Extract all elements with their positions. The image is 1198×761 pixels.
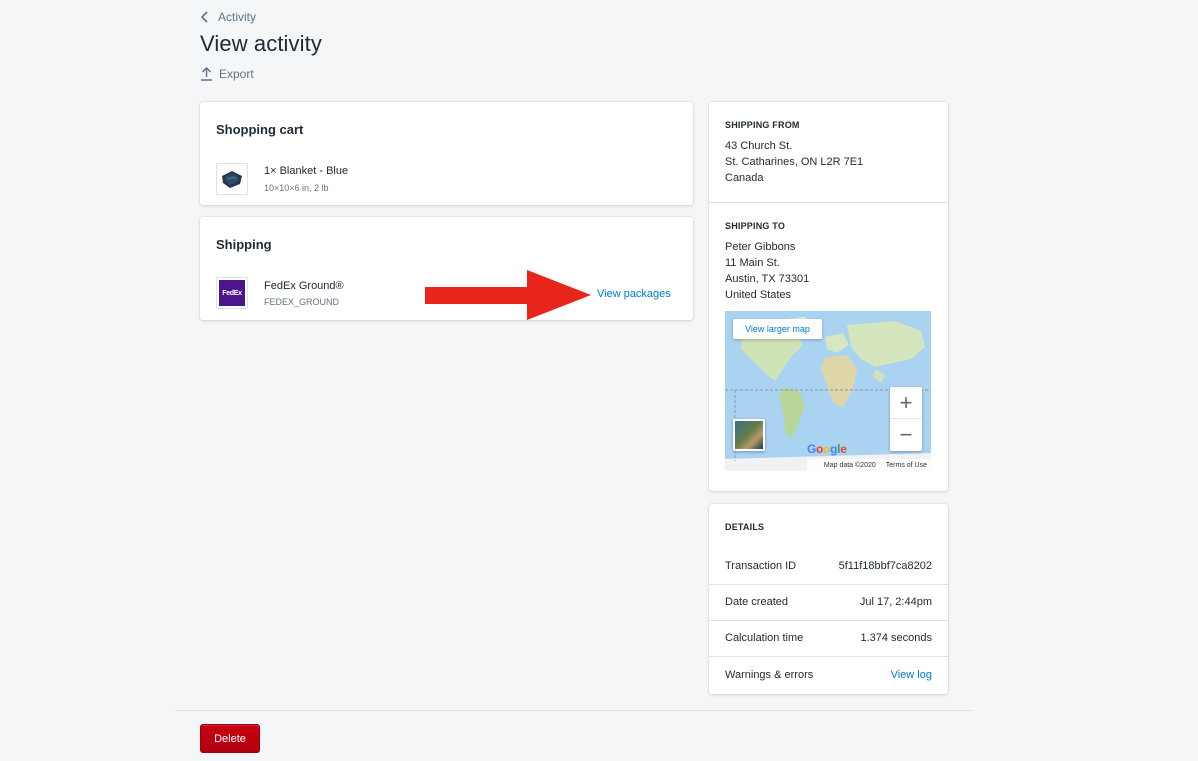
address-line: 11 Main St.: [725, 257, 780, 269]
google-logo: Google: [807, 442, 847, 456]
red-arrow-annotation: [425, 270, 591, 320]
detail-key: Date created: [725, 596, 788, 608]
shipping-from-address: 43 Church St. St. Catharines, ON L2R 7E1…: [725, 138, 863, 186]
detail-row-warnings: Warnings & errors View log: [709, 657, 948, 693]
shipping-to-label: SHIPPING TO: [725, 221, 786, 231]
product-thumbnail: [216, 163, 248, 195]
satellite-toggle-button[interactable]: [733, 419, 765, 451]
export-button[interactable]: Export: [200, 67, 254, 81]
carrier-name: FedEx Ground®: [264, 280, 344, 292]
view-log-link[interactable]: View log: [891, 669, 932, 681]
breadcrumb-label: Activity: [218, 10, 257, 24]
cart-item-meta: 10×10×6 in, 2 lb: [264, 183, 329, 193]
page-title: View activity: [200, 31, 322, 56]
divider: [709, 202, 948, 203]
delete-button[interactable]: Delete: [200, 724, 260, 753]
detail-row-calculation-time: Calculation time 1.374 seconds: [709, 620, 948, 656]
footer-divider: [175, 710, 973, 711]
shopping-cart-title: Shopping cart: [216, 122, 304, 137]
shipping-to-address: Peter Gibbons 11 Main St. Austin, TX 733…: [725, 239, 809, 303]
detail-value: 1.374 seconds: [860, 632, 932, 644]
zoom-in-button[interactable]: +: [890, 387, 922, 419]
address-line: 43 Church St.: [725, 140, 793, 152]
google-logo-letter: e: [840, 442, 847, 456]
shopping-cart-card: Shopping cart 1× Blanket - Blue 10×10×6 …: [200, 102, 693, 205]
detail-key: Transaction ID: [725, 560, 797, 572]
view-larger-map-button[interactable]: View larger map: [733, 319, 822, 339]
cart-item-name: 1× Blanket - Blue: [264, 165, 349, 177]
address-line: St. Catharines, ON L2R 7E1: [725, 156, 864, 168]
detail-key: Warnings & errors: [725, 669, 814, 681]
zoom-out-button[interactable]: −: [890, 419, 922, 451]
detail-key: Calculation time: [725, 632, 804, 644]
address-card: SHIPPING FROM 43 Church St. St. Catharin…: [709, 102, 948, 491]
view-packages-link[interactable]: View packages: [597, 288, 671, 300]
google-logo-letter: G: [807, 442, 817, 456]
shipping-from-label: SHIPPING FROM: [725, 120, 800, 130]
breadcrumb[interactable]: Activity: [200, 10, 256, 24]
address-line: United States: [725, 289, 792, 301]
export-label: Export: [219, 67, 254, 81]
detail-value: Jul 17, 2:44pm: [859, 596, 932, 608]
map-terms-link[interactable]: Terms of Use: [886, 462, 927, 469]
export-icon: [201, 67, 212, 81]
blanket-image: [222, 171, 242, 188]
details-card: DETAILS Transaction ID 5f11f18bbf7ca8202…: [709, 504, 948, 694]
detail-value: 5f11f18bbf7ca8202: [838, 560, 932, 572]
carrier-logo-frame: FedEx: [216, 277, 248, 309]
detail-row-transaction-id: Transaction ID 5f11f18bbf7ca8202: [709, 548, 948, 584]
carrier-code: FEDEX_GROUND: [264, 297, 340, 307]
map-footer: Map data ©2020 Terms of Use: [807, 459, 931, 471]
map[interactable]: View larger map + − Google Map data ©202…: [725, 311, 931, 471]
detail-row-date-created: Date created Jul 17, 2:44pm: [709, 584, 948, 620]
zoom-controls: + −: [890, 387, 922, 451]
details-label: DETAILS: [725, 522, 765, 532]
address-line: Austin, TX 73301: [725, 273, 810, 285]
chevron-left-icon: [200, 11, 208, 23]
address-line: Peter Gibbons: [725, 241, 796, 253]
map-data-credit: Map data ©2020: [823, 461, 876, 469]
address-line: Canada: [725, 172, 764, 184]
fedex-logo: FedEx: [219, 280, 245, 306]
shipping-title: Shipping: [216, 237, 272, 252]
